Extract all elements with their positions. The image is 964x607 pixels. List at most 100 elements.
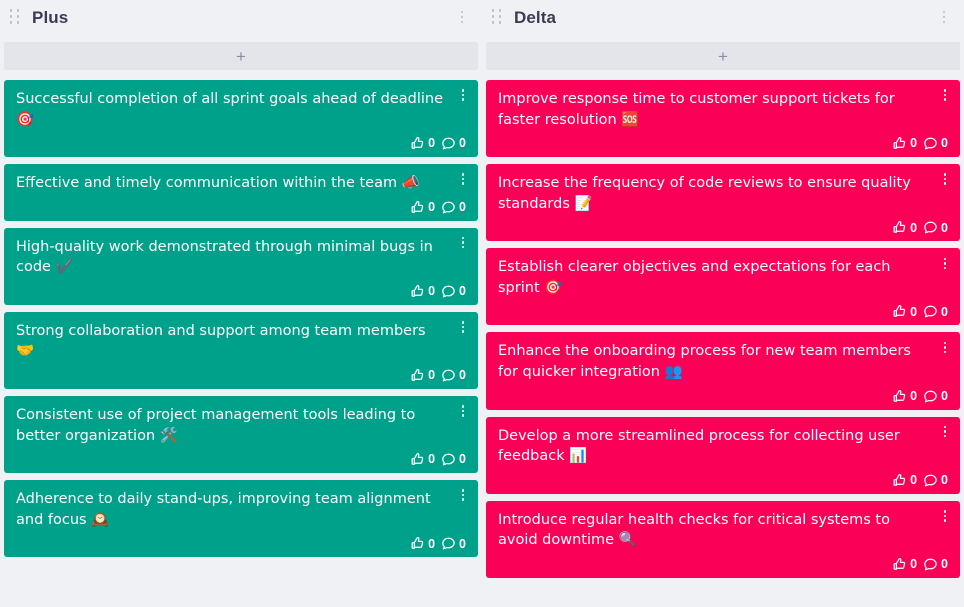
comment-count: 0: [459, 137, 466, 150]
column-title: Delta: [514, 9, 936, 26]
card-menu-icon[interactable]: [938, 255, 952, 271]
card-text: Successful completion of all sprint goal…: [16, 89, 466, 130]
like-button[interactable]: 0: [410, 136, 435, 151]
card-menu-dot: [462, 178, 465, 181]
card-menu-dot: [944, 89, 947, 92]
drag-handle-icon[interactable]: [490, 8, 504, 26]
comment-button[interactable]: 0: [441, 452, 466, 467]
like-button[interactable]: 0: [892, 473, 917, 488]
comment-button[interactable]: 0: [923, 557, 948, 572]
thumbs-up-icon: [410, 536, 425, 551]
card-text: Strong collaboration and support among t…: [16, 321, 466, 362]
card[interactable]: Introduce regular health checks for crit…: [486, 501, 960, 578]
card[interactable]: High-quality work demonstrated through m…: [4, 228, 478, 305]
thumbs-up-icon: [892, 557, 907, 572]
column-delta: Delta + Improve response time to customer …: [482, 0, 964, 607]
comment-button[interactable]: 0: [441, 368, 466, 383]
card-menu-dot: [462, 246, 465, 249]
card-menu-dot: [462, 241, 465, 244]
comment-button[interactable]: 0: [441, 284, 466, 299]
card[interactable]: Enhance the onboarding process for new t…: [486, 332, 960, 409]
like-button[interactable]: 0: [410, 536, 435, 551]
menu-dot: [461, 16, 464, 19]
card[interactable]: Establish clearer objectives and expecta…: [486, 248, 960, 325]
card-menu-icon[interactable]: [456, 87, 470, 103]
thumbs-up-icon: [892, 136, 907, 151]
card[interactable]: Develop a more streamlined process for c…: [486, 417, 960, 494]
comment-count: 0: [459, 538, 466, 551]
card-menu-dot: [944, 515, 947, 518]
card-footer: 00: [16, 194, 466, 215]
card[interactable]: Consistent use of project management too…: [4, 396, 478, 473]
comment-count: 0: [941, 474, 948, 487]
card-menu-icon[interactable]: [456, 487, 470, 503]
card-menu-icon[interactable]: [456, 403, 470, 419]
comment-count: 0: [459, 285, 466, 298]
more-vertical-icon[interactable]: [936, 8, 952, 26]
card-footer: 00: [498, 467, 948, 488]
comment-count: 0: [941, 558, 948, 571]
thumbs-up-icon: [410, 368, 425, 383]
card[interactable]: Improve response time to customer suppor…: [486, 80, 960, 157]
card-menu-dot: [944, 351, 947, 354]
card-menu-dot: [944, 258, 947, 261]
card-text: Develop a more streamlined process for c…: [498, 426, 948, 467]
comment-button[interactable]: 0: [923, 473, 948, 488]
comment-button[interactable]: 0: [923, 136, 948, 151]
card-menu-dot: [462, 89, 465, 92]
comment-button[interactable]: 0: [441, 200, 466, 215]
menu-dot: [461, 11, 464, 14]
like-button[interactable]: 0: [892, 557, 917, 572]
thumbs-up-icon: [892, 304, 907, 319]
card-footer: 00: [16, 130, 466, 151]
grip-dot: [17, 15, 20, 18]
like-button[interactable]: 0: [892, 136, 917, 151]
like-button[interactable]: 0: [410, 200, 435, 215]
card-menu-icon[interactable]: [938, 508, 952, 524]
comment-count: 0: [459, 369, 466, 382]
card-list-delta: Improve response time to customer suppor…: [486, 80, 960, 578]
like-button[interactable]: 0: [892, 304, 917, 319]
card-menu-icon[interactable]: [938, 424, 952, 440]
card[interactable]: Successful completion of all sprint goal…: [4, 80, 478, 157]
card-menu-icon[interactable]: [938, 87, 952, 103]
column-title: Plus: [32, 9, 454, 26]
grip-dot: [17, 21, 20, 24]
add-card-button-delta[interactable]: +: [486, 42, 960, 70]
card-menu-icon[interactable]: [456, 319, 470, 335]
card[interactable]: Strong collaboration and support among t…: [4, 312, 478, 389]
grip-dot: [499, 21, 502, 24]
like-button[interactable]: 0: [892, 220, 917, 235]
thumbs-up-icon: [410, 284, 425, 299]
card-menu-dot: [944, 267, 947, 270]
comment-button[interactable]: 0: [923, 304, 948, 319]
like-count: 0: [428, 137, 435, 150]
card[interactable]: Effective and timely communication withi…: [4, 164, 478, 221]
card-list-plus: Successful completion of all sprint goal…: [4, 80, 478, 557]
card-menu-icon[interactable]: [938, 339, 952, 355]
like-button[interactable]: 0: [892, 389, 917, 404]
comment-button[interactable]: 0: [923, 220, 948, 235]
card-menu-icon[interactable]: [938, 171, 952, 187]
comment-button[interactable]: 0: [441, 536, 466, 551]
card-menu-dot: [944, 173, 947, 176]
comment-button[interactable]: 0: [923, 389, 948, 404]
card-footer: 00: [16, 530, 466, 551]
add-card-button-plus[interactable]: +: [4, 42, 478, 70]
comment-bubble-icon: [923, 136, 938, 151]
grip-dot: [499, 9, 502, 12]
like-button[interactable]: 0: [410, 368, 435, 383]
comment-count: 0: [459, 453, 466, 466]
comment-button[interactable]: 0: [441, 136, 466, 151]
drag-handle-icon[interactable]: [8, 8, 22, 26]
comment-bubble-icon: [923, 304, 938, 319]
card-menu-dot: [462, 414, 465, 417]
card[interactable]: Adherence to daily stand-ups, improving …: [4, 480, 478, 557]
like-count: 0: [910, 390, 917, 403]
card-menu-icon[interactable]: [456, 171, 470, 187]
like-button[interactable]: 0: [410, 284, 435, 299]
more-vertical-icon[interactable]: [454, 8, 470, 26]
card[interactable]: Increase the frequency of code reviews t…: [486, 164, 960, 241]
card-menu-icon[interactable]: [456, 235, 470, 251]
like-button[interactable]: 0: [410, 452, 435, 467]
